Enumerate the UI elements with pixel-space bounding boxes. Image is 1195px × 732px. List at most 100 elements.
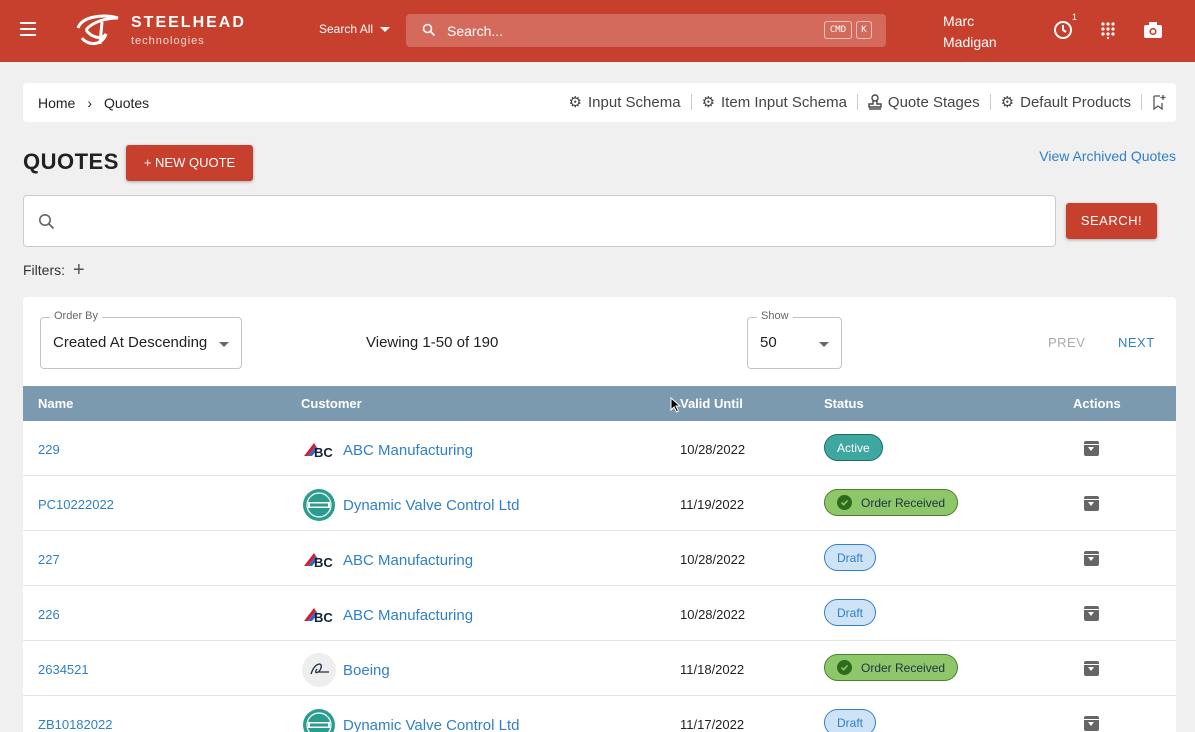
steelhead-logo[interactable] — [72, 10, 120, 50]
customer-cell: BC ABC Manufacturing — [301, 432, 473, 468]
status-label: Draft — [837, 715, 864, 730]
next-page-button[interactable]: NEXT — [1118, 335, 1155, 350]
quote-stages-link[interactable]: Quote Stages — [868, 94, 980, 111]
check-circle-icon — [837, 660, 852, 675]
input-schema-label: Input Schema — [588, 93, 681, 111]
kbd-cmd: CMD — [824, 21, 852, 39]
status-badge: Draft — [824, 709, 877, 732]
table-row[interactable]: PC10222022 Dynamic Valve Control Ltd 11/19… — [23, 476, 1176, 531]
customer-link[interactable]: Dynamic Valve Control Ltd — [343, 497, 519, 514]
filters-bar: Filters: + — [23, 260, 85, 280]
notification-count: 1 — [1072, 12, 1078, 22]
table-row[interactable]: 226 BC ABC Manufacturing 10/28/2022 Draft — [23, 586, 1176, 641]
order-by-select[interactable]: Order By Created At Descending — [40, 310, 242, 369]
stamp-icon — [868, 94, 882, 110]
table-header: Name Customer Valid Until Status Actions — [23, 386, 1176, 421]
input-schema-link[interactable]: ⚙ Input Schema — [568, 93, 681, 112]
archive-icon[interactable] — [1084, 441, 1099, 456]
column-header-customer[interactable]: Customer — [301, 396, 362, 411]
svg-text:BC: BC — [314, 445, 333, 460]
status-label: Order Received — [861, 660, 946, 675]
divider — [856, 94, 858, 110]
customer-cell: Boeing — [301, 652, 390, 688]
default-products-label: Default Products — [1020, 93, 1131, 111]
menu-icon[interactable] — [20, 22, 46, 42]
customer-logo — [301, 487, 337, 523]
apps-grid-icon[interactable] — [1100, 21, 1116, 39]
gear-plus-icon: ⚙ — [1000, 94, 1015, 111]
column-header-name[interactable]: Name — [38, 396, 73, 411]
status-badge: Draft — [824, 544, 877, 571]
customer-cell: Dynamic Valve Control Ltd — [301, 707, 519, 732]
status-label: Draft — [837, 605, 864, 620]
user-first-name: Marc — [943, 13, 975, 29]
table-row[interactable]: ZB10182022 Dynamic Valve Control Ltd 11/17… — [23, 696, 1176, 732]
gear-icon: ⚙ — [568, 94, 582, 111]
camera-icon[interactable] — [1143, 21, 1163, 39]
search-scope-select[interactable]: Search All — [319, 22, 391, 36]
page-size-value: 50 — [760, 334, 777, 351]
check-circle-icon — [837, 495, 852, 510]
valid-until: 10/28/2022 — [680, 552, 746, 567]
quote-search-input[interactable] — [23, 195, 1056, 247]
archive-icon[interactable] — [1084, 606, 1099, 621]
breadcrumb-current: Quotes — [104, 95, 150, 111]
customer-link[interactable]: ABC Manufacturing — [343, 607, 473, 624]
chevron-down-icon — [219, 342, 229, 347]
quote-name-link[interactable]: 226 — [38, 607, 60, 622]
bookmark-add-icon[interactable] — [1152, 94, 1166, 111]
column-header-status[interactable]: Status — [824, 396, 864, 411]
valid-until: 10/28/2022 — [680, 442, 746, 457]
view-archived-quotes-link[interactable]: View Archived Quotes — [1039, 148, 1176, 164]
new-quote-button[interactable]: + NEW QUOTE — [126, 145, 253, 181]
default-products-link[interactable]: ⚙ Default Products — [1000, 93, 1131, 112]
valid-until: 11/18/2022 — [680, 662, 745, 677]
customer-link[interactable]: Dynamic Valve Control Ltd — [343, 717, 519, 732]
quote-name-link[interactable]: ZB10182022 — [38, 717, 112, 732]
customer-link[interactable]: ABC Manufacturing — [343, 442, 473, 459]
prev-page-button[interactable]: PREV — [1048, 335, 1085, 350]
customer-link[interactable]: Boeing — [343, 662, 390, 679]
add-filter-icon[interactable]: + — [73, 260, 85, 280]
user-menu[interactable]: Marc Madigan — [943, 11, 1013, 53]
clock-icon[interactable] — [1053, 20, 1073, 40]
page-title: QUOTES — [23, 149, 119, 174]
customer-logo — [301, 707, 337, 732]
archive-icon[interactable] — [1084, 551, 1099, 566]
customer-link[interactable]: ABC Manufacturing — [343, 552, 473, 569]
search-icon — [39, 214, 55, 230]
archive-icon[interactable] — [1084, 661, 1099, 676]
page-size-select[interactable]: Show 50 — [747, 310, 842, 369]
search-scope-label: Search All — [319, 22, 374, 36]
valid-until: 11/19/2022 — [680, 497, 745, 512]
quote-name-link[interactable]: 2634521 — [38, 662, 89, 677]
status-label: Order Received — [861, 495, 946, 510]
status-badge: Active — [824, 434, 883, 461]
logo-subtitle: technologies — [131, 35, 205, 47]
settings-toolbar: ⚙ Input Schema ⚙ Item Input Schema Quote… — [569, 93, 1166, 111]
user-last-name: Madigan — [943, 34, 997, 50]
column-header-valid-until[interactable]: Valid Until — [680, 396, 743, 411]
archive-icon[interactable] — [1084, 496, 1099, 511]
archive-icon[interactable] — [1084, 716, 1099, 731]
mouse-cursor-icon — [670, 397, 681, 413]
global-search-input[interactable]: Search... CMD K — [406, 14, 886, 47]
table-row[interactable]: 229 BC ABC Manufacturing 10/28/2022 Active — [23, 421, 1176, 476]
item-input-schema-link[interactable]: ⚙ Item Input Schema — [702, 93, 847, 112]
breadcrumb: Home › Quotes — [38, 95, 149, 111]
quote-name-link[interactable]: 227 — [38, 552, 60, 567]
order-by-value: Created At Descending — [53, 334, 208, 351]
order-by-label: Order By — [50, 310, 103, 322]
search-button[interactable]: SEARCH! — [1066, 203, 1157, 239]
table-row[interactable]: 2634521 Boeing 11/18/2022 Order Received — [23, 641, 1176, 696]
divider — [690, 94, 692, 110]
logo-title: STEELHEAD — [131, 14, 246, 31]
divider — [989, 94, 991, 110]
valid-until: 10/28/2022 — [680, 607, 746, 622]
customer-logo: BC — [301, 597, 337, 633]
table-row[interactable]: 227 BC ABC Manufacturing 10/28/2022 Draft — [23, 531, 1176, 586]
quote-name-link[interactable]: PC10222022 — [38, 497, 114, 512]
divider — [1141, 94, 1142, 110]
breadcrumb-home[interactable]: Home — [38, 95, 75, 111]
quote-name-link[interactable]: 229 — [38, 442, 60, 457]
